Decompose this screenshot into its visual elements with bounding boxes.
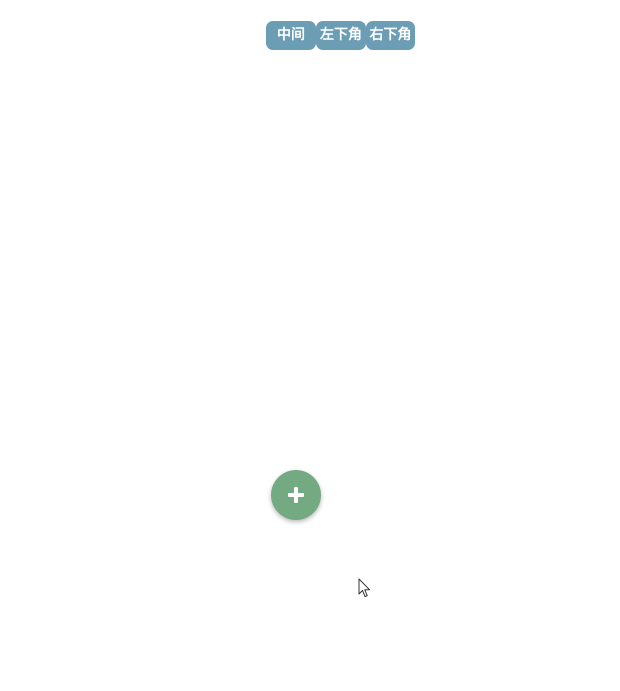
position-button-group: 中间 左下角 右下角 — [266, 21, 415, 50]
bottom-left-position-button[interactable]: 左下角 — [316, 21, 366, 50]
mouse-pointer-icon — [358, 578, 370, 597]
center-position-button[interactable]: 中间 — [266, 21, 316, 50]
floating-add-button[interactable] — [271, 470, 321, 520]
page-canvas: 中间 左下角 右下角 — [0, 0, 620, 691]
bottom-right-position-button[interactable]: 右下角 — [366, 21, 415, 50]
plus-icon — [286, 485, 306, 505]
